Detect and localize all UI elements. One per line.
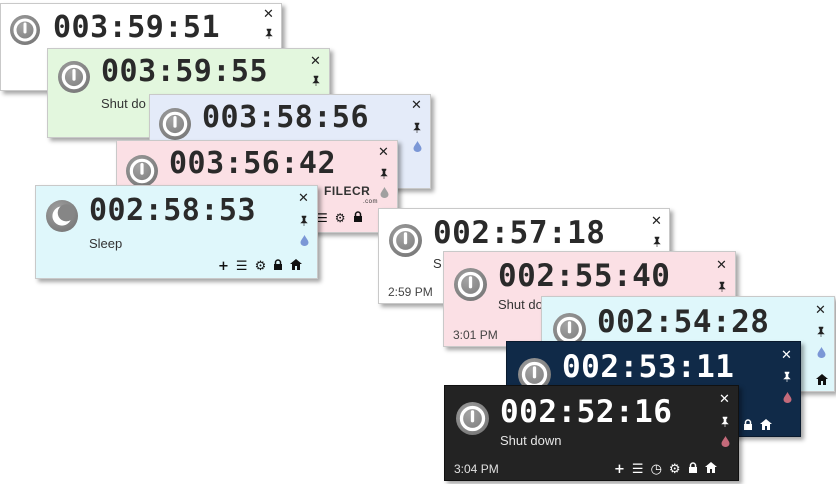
window-toolbar xyxy=(743,419,772,432)
opacity-drop-icon[interactable] xyxy=(413,141,422,152)
power-icon[interactable] xyxy=(126,155,158,187)
moon-icon[interactable] xyxy=(46,200,78,232)
action-label: Sleep xyxy=(89,236,123,251)
pin-icon[interactable] xyxy=(719,415,731,431)
watermark-tld: .com xyxy=(363,199,379,205)
window-toolbar xyxy=(816,374,828,387)
close-icon[interactable]: ✕ xyxy=(411,99,422,112)
opacity-drop-icon[interactable] xyxy=(380,187,389,198)
pin-icon[interactable] xyxy=(298,214,310,230)
close-icon[interactable]: ✕ xyxy=(298,192,309,205)
pin-icon[interactable] xyxy=(815,325,827,341)
close-icon[interactable]: ✕ xyxy=(310,55,321,68)
menu-icon[interactable]: ☰ xyxy=(236,260,248,273)
add-icon[interactable]: + xyxy=(614,463,625,476)
power-icon[interactable] xyxy=(456,402,489,435)
pin-icon[interactable] xyxy=(378,167,390,183)
countdown-display: 002:55:40 xyxy=(498,258,671,294)
pin-icon[interactable] xyxy=(651,235,663,251)
home-icon[interactable] xyxy=(760,419,772,432)
countdown-display: 003:59:55 xyxy=(101,54,269,89)
opacity-drop-icon[interactable] xyxy=(783,392,792,403)
power-icon[interactable] xyxy=(454,268,487,301)
close-icon[interactable]: ✕ xyxy=(651,215,662,228)
current-time: 2:59 PM xyxy=(388,285,433,299)
menu-icon[interactable]: ☰ xyxy=(317,212,328,224)
close-icon[interactable]: ✕ xyxy=(719,393,730,406)
countdown-display: 002:57:18 xyxy=(433,215,606,251)
menu-icon[interactable]: ☰ xyxy=(632,463,644,476)
current-time: 3:04 PM xyxy=(454,462,499,476)
power-icon[interactable] xyxy=(389,224,422,257)
action-label: Shut do xyxy=(498,297,543,312)
countdown-display: 003:56:42 xyxy=(169,146,337,181)
pin-icon[interactable] xyxy=(263,28,275,42)
opacity-drop-icon[interactable] xyxy=(721,436,730,447)
countdown-display: 002:54:28 xyxy=(597,304,770,340)
watermark-brand: FILECR xyxy=(324,184,371,198)
action-label: Shut down xyxy=(500,433,562,448)
opacity-drop-icon[interactable] xyxy=(817,347,826,358)
settings-icon[interactable]: ⚙ xyxy=(255,260,267,273)
pin-icon[interactable] xyxy=(716,280,728,296)
timer-window-5[interactable]: 002:58:53 Sleep ✕ + ☰ ⚙ xyxy=(35,185,318,279)
settings-icon[interactable]: ⚙ xyxy=(669,463,681,476)
countdown-display: 003:59:51 xyxy=(53,10,221,45)
close-icon[interactable]: ✕ xyxy=(781,349,792,362)
pin-icon[interactable] xyxy=(411,121,423,137)
action-label: S xyxy=(433,256,442,271)
power-icon[interactable] xyxy=(159,108,191,140)
countdown-display: 002:52:16 xyxy=(500,394,673,430)
close-icon[interactable]: ✕ xyxy=(378,146,389,159)
opacity-drop-icon[interactable] xyxy=(300,235,309,246)
timer-window-10[interactable]: 002:52:16 Shut down 3:04 PM ✕ + ☰ ◷ ⚙ xyxy=(444,385,739,481)
countdown-display: 002:53:11 xyxy=(562,349,735,385)
add-icon[interactable]: + xyxy=(218,260,229,273)
lock-icon[interactable] xyxy=(353,211,363,224)
home-icon[interactable] xyxy=(704,462,717,476)
window-toolbar: + ☰ ⚙ xyxy=(218,259,303,273)
lock-icon[interactable] xyxy=(273,259,283,273)
home-icon[interactable] xyxy=(290,259,303,273)
countdown-display: 002:58:53 xyxy=(89,193,257,228)
countdown-display: 003:58:56 xyxy=(202,100,370,135)
current-time: 3:01 PM xyxy=(453,328,498,342)
timer-icon[interactable]: ◷ xyxy=(651,463,662,476)
close-icon[interactable]: ✕ xyxy=(263,8,274,21)
settings-icon[interactable]: ⚙ xyxy=(335,212,346,224)
action-label: Shut do xyxy=(101,96,146,111)
lock-icon[interactable] xyxy=(688,462,698,476)
power-icon[interactable] xyxy=(10,15,40,45)
window-toolbar: ☰ ⚙ xyxy=(317,211,363,224)
window-toolbar: + ☰ ◷ ⚙ xyxy=(614,462,717,476)
pin-icon[interactable] xyxy=(781,370,793,386)
close-icon[interactable]: ✕ xyxy=(815,304,826,317)
close-icon[interactable]: ✕ xyxy=(716,259,727,272)
home-icon[interactable] xyxy=(816,374,828,387)
power-icon[interactable] xyxy=(58,61,90,93)
pin-icon[interactable] xyxy=(310,74,322,90)
lock-icon[interactable] xyxy=(743,419,753,432)
